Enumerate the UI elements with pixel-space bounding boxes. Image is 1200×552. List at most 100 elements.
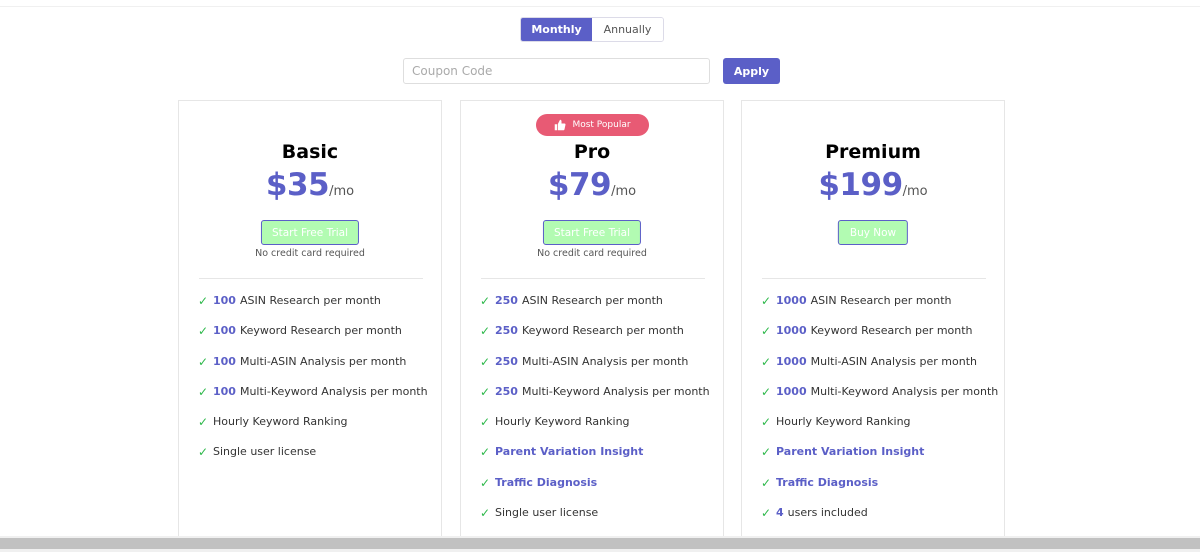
feature-text: Single user license (495, 506, 599, 520)
feature-item: ✓ 250 Multi-Keyword Analysis per month (480, 385, 710, 415)
apply-coupon-button[interactable]: Apply (723, 58, 780, 84)
most-popular-badge: Most Popular (536, 114, 649, 136)
feature-item: ✓ 4 users included (761, 506, 998, 536)
divider (481, 278, 705, 279)
feature-quantity: 250 (495, 294, 518, 307)
plan-card-pro: Most Popular Pro $79/mo Start Free Trial… (460, 100, 724, 552)
feature-text: Multi-ASIN Analysis per month (810, 354, 978, 368)
tab-annually[interactable]: Annually (592, 18, 663, 41)
feature-text: Keyword Research per month (810, 324, 973, 338)
feature-quantity: 100 (213, 324, 236, 338)
feature-item: ✓ 1000 ASIN Research per month (761, 294, 998, 324)
feature-quantity: 1000 (776, 384, 807, 398)
feature-quantity: 4 (776, 506, 784, 520)
feature-list: ✓ 1000 ASIN Research per month ✓ 1000 Keyword… (761, 294, 998, 536)
plan-name: Pro (573, 141, 611, 163)
price-amount: $79 (547, 167, 612, 203)
feature-text: Hourly Keyword Ranking (495, 415, 630, 429)
feature-quantity: 250 (495, 324, 518, 338)
feature-item: ✓ 1000 Keyword Research per month (761, 324, 998, 354)
badge-label: Most Popular (572, 120, 631, 130)
feature-list: ✓ 100 ASIN Research per month ✓ 100 Keyword R… (198, 294, 428, 476)
feature-text: Traffic Diagnosis (495, 475, 598, 489)
feature-text: ASIN Research per month (521, 294, 663, 307)
start-free-trial-button[interactable]: Start Free Trial (260, 220, 360, 245)
feature-item: ✓ 100 Keyword Research per month (198, 324, 428, 354)
check-icon: ✓ (198, 415, 209, 430)
check-icon: ✓ (480, 475, 491, 490)
feature-text: users included (787, 506, 868, 520)
feature-item: ✓ 250 Multi-ASIN Analysis per month (480, 355, 710, 385)
check-icon: ✓ (480, 384, 491, 399)
check-icon: ✓ (761, 445, 772, 460)
feature-quantity: 100 (213, 384, 236, 398)
check-icon: ✓ (761, 384, 772, 399)
feature-item: ✓ Single user license (198, 445, 428, 475)
plan-card-premium: Premium $199/mo Buy Now ✓ 1000 ASIN Resear… (741, 100, 1005, 552)
feature-text: Multi-Keyword Analysis per month (810, 384, 999, 398)
check-icon: ✓ (480, 354, 491, 369)
price-period: /mo (329, 184, 355, 199)
feature-quantity: 100 (213, 294, 236, 307)
no-credit-card-note: No credit card required (537, 248, 647, 259)
scrollbar-thumb[interactable] (0, 538, 1200, 549)
check-icon: ✓ (198, 354, 209, 369)
check-icon: ✓ (480, 506, 491, 521)
divider (762, 278, 986, 279)
plan-price: $199/mo (742, 167, 1004, 203)
check-icon: ✓ (480, 294, 491, 308)
tab-monthly[interactable]: Monthly (521, 18, 592, 41)
feature-quantity: 250 (495, 354, 518, 368)
price-period: /mo (611, 184, 637, 199)
check-icon: ✓ (198, 294, 209, 308)
buy-now-button[interactable]: Buy Now (837, 220, 909, 245)
feature-quantity: 250 (495, 384, 518, 398)
feature-text: ASIN Research per month (810, 294, 952, 307)
feature-item: ✓ Hourly Keyword Ranking (480, 415, 710, 445)
feature-text: Keyword Research per month (239, 324, 402, 338)
feature-item: ✓ Parent Variation Insight (761, 445, 998, 475)
feature-item: ✓ 250 ASIN Research per month (480, 294, 710, 324)
check-icon: ✓ (761, 354, 772, 369)
feature-text: Hourly Keyword Ranking (213, 415, 348, 429)
plan-price: $79/mo (461, 167, 723, 203)
feature-text: ASIN Research per month (239, 294, 381, 307)
check-icon: ✓ (480, 415, 491, 430)
feature-text: Multi-ASIN Analysis per month (521, 354, 689, 368)
thumbs-up-icon (555, 119, 566, 131)
check-icon: ✓ (761, 506, 772, 521)
horizontal-scrollbar[interactable] (0, 536, 1200, 552)
feature-quantity: 1000 (776, 354, 807, 368)
feature-text: Multi-Keyword Analysis per month (239, 384, 428, 398)
check-icon: ✓ (761, 475, 772, 490)
coupon-code-input[interactable] (403, 58, 710, 84)
feature-item: ✓ Traffic Diagnosis (480, 476, 710, 506)
feature-quantity: 1000 (776, 324, 807, 338)
feature-text: Multi-ASIN Analysis per month (239, 354, 407, 368)
feature-quantity: 100 (213, 354, 236, 368)
start-free-trial-button[interactable]: Start Free Trial (542, 220, 642, 245)
check-icon: ✓ (761, 294, 772, 308)
feature-text: Parent Variation Insight (776, 445, 925, 459)
check-icon: ✓ (198, 324, 209, 339)
check-icon: ✓ (198, 384, 209, 399)
feature-item: ✓ 100 Multi-ASIN Analysis per month (198, 355, 428, 385)
check-icon: ✓ (761, 324, 772, 339)
feature-item: ✓ Hourly Keyword Ranking (761, 415, 998, 445)
plan-name: Premium (825, 141, 921, 163)
check-icon: ✓ (198, 445, 209, 460)
feature-text: Keyword Research per month (521, 324, 684, 338)
check-icon: ✓ (480, 324, 491, 339)
price-period: /mo (902, 184, 928, 199)
feature-quantity: 1000 (776, 294, 807, 307)
top-divider (0, 0, 1200, 7)
billing-period-toggle[interactable]: Monthly Annually (520, 17, 664, 42)
feature-item: ✓ Hourly Keyword Ranking (198, 415, 428, 445)
feature-text: Traffic Diagnosis (776, 475, 879, 489)
no-credit-card-note: No credit card required (255, 248, 365, 259)
feature-text: Hourly Keyword Ranking (776, 415, 911, 429)
price-amount: $35 (265, 167, 330, 203)
feature-item: ✓ 250 Keyword Research per month (480, 324, 710, 354)
divider (199, 278, 423, 279)
feature-text: Multi-Keyword Analysis per month (521, 384, 710, 398)
